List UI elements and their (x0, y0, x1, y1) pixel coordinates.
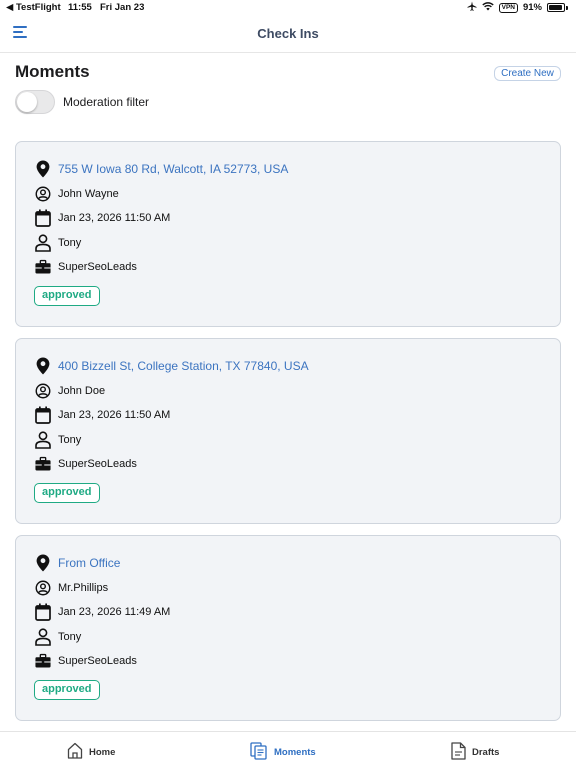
tab-moments[interactable]: Moments (250, 742, 316, 763)
location-pin-icon (35, 357, 51, 375)
datetime-row: Jan 23, 2026 11:50 AM (35, 209, 170, 227)
person-icon (35, 234, 51, 252)
checkin-card[interactable]: 755 W Iowa 80 Rd, Walcott, IA 52773, USA… (15, 141, 561, 327)
calendar-icon (35, 209, 51, 227)
create-new-button[interactable]: Create New (494, 66, 561, 81)
user-row: Tony (35, 234, 81, 252)
datetime-row: Jan 23, 2026 11:49 AM (35, 603, 170, 621)
contact-name: John Doe (58, 385, 106, 397)
contact-row: John Doe (35, 382, 105, 400)
nav-title: Check Ins (257, 26, 319, 41)
status-badge: approved (34, 286, 100, 306)
checkin-datetime: Jan 23, 2026 11:50 AM (58, 212, 171, 224)
status-bar: ◀ TestFlight 11:55 Fri Jan 23 VPN 91% (0, 0, 576, 16)
checkin-datetime: Jan 23, 2026 11:49 AM (58, 606, 171, 618)
moderation-filter-label: Moderation filter (63, 95, 150, 109)
user-name: Tony (58, 237, 82, 249)
address-link[interactable]: From Office (58, 556, 120, 570)
checkin-card[interactable]: From Office Mr.Phillips Jan 23, 2026 11:… (15, 535, 561, 721)
contact-circle-icon (35, 185, 51, 203)
wifi-icon (481, 1, 494, 14)
status-badge: approved (34, 483, 100, 503)
datetime-row: Jan 23, 2026 11:50 AM (35, 406, 170, 424)
company-name: SuperSeoLeads (58, 655, 137, 667)
calendar-icon (35, 406, 51, 424)
user-name: Tony (58, 434, 82, 446)
contact-row: Mr.Phillips (35, 579, 108, 597)
contact-circle-icon (35, 579, 51, 597)
status-time: 11:55 (68, 2, 92, 13)
location-pin-icon (35, 160, 51, 178)
nav-header: Check Ins (0, 16, 576, 53)
toggle-knob (17, 92, 37, 112)
checkin-datetime: Jan 23, 2026 11:50 AM (58, 409, 171, 421)
address-link[interactable]: 400 Bizzell St, College Station, TX 7784… (58, 359, 309, 373)
contact-circle-icon (35, 382, 51, 400)
page-title: Moments (15, 62, 90, 81)
calendar-icon (35, 603, 51, 621)
briefcase-icon (35, 258, 51, 276)
tab-drafts-label: Drafts (472, 747, 500, 758)
company-row: SuperSeoLeads (35, 258, 137, 276)
tab-home-label: Home (89, 746, 116, 758)
tab-moments-label: Moments (274, 747, 316, 758)
checkin-card[interactable]: 400 Bizzell St, College Station, TX 7784… (15, 338, 561, 524)
company-name: SuperSeoLeads (58, 458, 137, 470)
contact-name: Mr.Phillips (58, 582, 109, 594)
company-row: SuperSeoLeads (35, 652, 137, 670)
person-icon (35, 628, 51, 646)
briefcase-icon (35, 652, 51, 670)
battery-percent: 91% (522, 2, 542, 13)
tab-drafts[interactable]: Drafts (451, 742, 499, 763)
address-row: From Office (35, 554, 120, 572)
user-row: Tony (35, 628, 81, 646)
user-row: Tony (35, 431, 81, 449)
house-icon (67, 742, 83, 762)
contact-name: John Wayne (58, 188, 119, 200)
drafts-document-icon (451, 742, 466, 763)
address-link[interactable]: 755 W Iowa 80 Rd, Walcott, IA 52773, USA (58, 162, 288, 176)
address-row: 755 W Iowa 80 Rd, Walcott, IA 52773, USA (35, 160, 288, 178)
contact-row: John Wayne (35, 185, 119, 203)
airplane-icon (467, 1, 477, 14)
tab-home[interactable]: Home (67, 742, 115, 762)
company-name: SuperSeoLeads (58, 261, 137, 273)
status-indicators: VPN 91% (467, 1, 568, 14)
moderation-filter-toggle[interactable] (15, 90, 55, 114)
vpn-badge: VPN (498, 2, 518, 13)
user-name: Tony (58, 631, 82, 643)
battery-cap-icon (566, 5, 568, 10)
checkin-list: 755 W Iowa 80 Rd, Walcott, IA 52773, USA… (15, 141, 561, 732)
moments-document-icon (250, 742, 268, 763)
tab-bar: Home Moments Drafts (0, 731, 576, 768)
location-pin-icon (35, 554, 51, 572)
company-row: SuperSeoLeads (35, 455, 137, 473)
address-row: 400 Bizzell St, College Station, TX 7784… (35, 357, 309, 375)
battery-icon (547, 3, 565, 12)
person-icon (35, 431, 51, 449)
status-date: Fri Jan 23 (100, 2, 145, 13)
status-badge: approved (34, 680, 100, 700)
back-to-testflight-link[interactable]: ◀ TestFlight (6, 2, 61, 13)
briefcase-icon (35, 455, 51, 473)
